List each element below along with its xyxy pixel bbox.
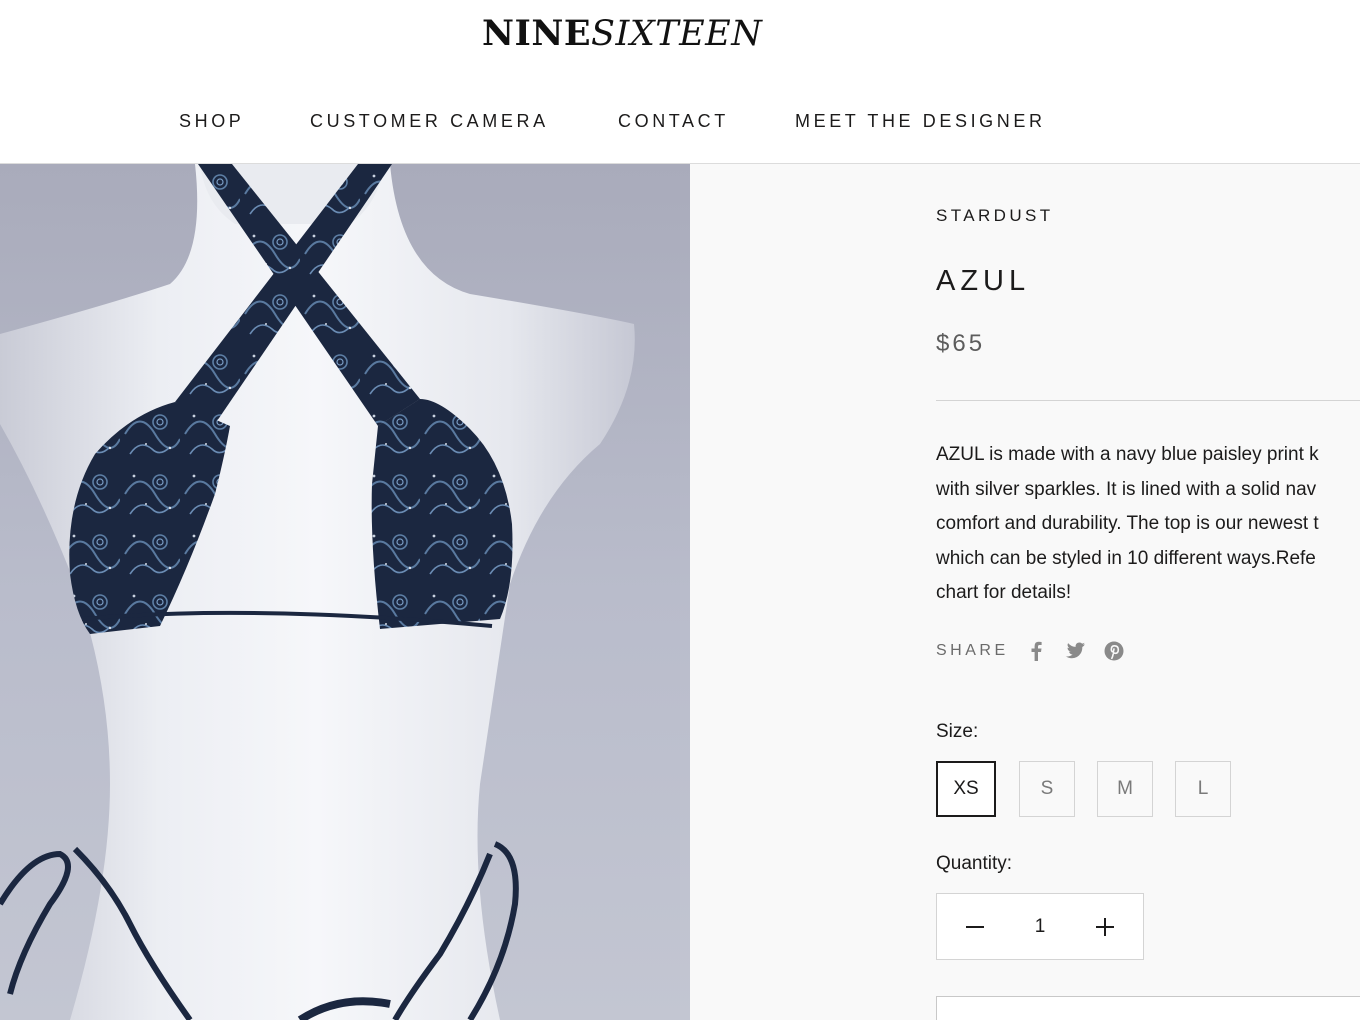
facebook-icon[interactable] [1023, 640, 1049, 662]
nav-item-meet-the-designer[interactable]: MEET THE DESIGNER [795, 110, 1046, 132]
size-label: Size: [936, 721, 979, 742]
description-line: chart for details! [936, 582, 1072, 603]
description-line: with silver sparkles. It is lined with a… [936, 478, 1317, 500]
size-option-s[interactable]: S [1019, 761, 1075, 817]
twitter-icon[interactable] [1062, 640, 1088, 662]
product-image[interactable] [0, 164, 690, 1020]
plus-icon [1096, 917, 1114, 936]
quantity-label: Quantity: [936, 853, 1013, 874]
nav-item-customer-camera[interactable]: CUSTOMER CAMERA [310, 110, 549, 132]
nav-item-contact[interactable]: CONTACT [618, 110, 729, 132]
product-price: $65 [936, 330, 986, 357]
minus-icon [966, 925, 984, 928]
logo-italic-text: SIXTEEN [591, 14, 763, 54]
product-photo-illustration [0, 164, 635, 1020]
description-line: AZUL is made with a navy blue paisley pr… [936, 444, 1319, 465]
pinterest-icon[interactable] [1101, 640, 1127, 662]
share-label: SHARE [936, 642, 1009, 659]
product-title: AZUL [936, 265, 1031, 297]
product-description: AZUL is made with a navy blue paisley pr… [936, 438, 1360, 611]
product-vendor[interactable]: STARDUST [936, 206, 1054, 226]
description-line: which can be styled in 10 different ways… [936, 547, 1316, 569]
add-to-cart-button[interactable] [936, 996, 1360, 1020]
logo-bold-text: NINE [482, 13, 592, 54]
main-nav: SHOP CUSTOMER CAMERA CONTACT MEET THE DE… [0, 110, 1360, 132]
description-line: comfort and durability. The top is our n… [936, 513, 1319, 534]
product-info-panel: STARDUST AZUL $65 AZUL is made with a na… [690, 164, 1360, 1020]
size-option-m[interactable]: M [1097, 761, 1153, 817]
site-logo[interactable]: NINESIXTEEN [482, 13, 763, 55]
site-header: NINESIXTEEN SHOP CUSTOMER CAMERA CONTACT… [0, 0, 1360, 164]
size-option-l[interactable]: L [1175, 761, 1231, 817]
share-bar: SHARE [936, 640, 1140, 662]
nav-item-shop[interactable]: SHOP [179, 110, 244, 132]
size-option-xs[interactable]: XS [936, 761, 996, 817]
quantity-input[interactable]: 1 [997, 894, 1083, 959]
quantity-decrease-button[interactable] [945, 894, 1005, 959]
quantity-stepper: 1 [936, 893, 1144, 960]
divider [936, 400, 1360, 401]
quantity-increase-button[interactable] [1075, 894, 1135, 959]
